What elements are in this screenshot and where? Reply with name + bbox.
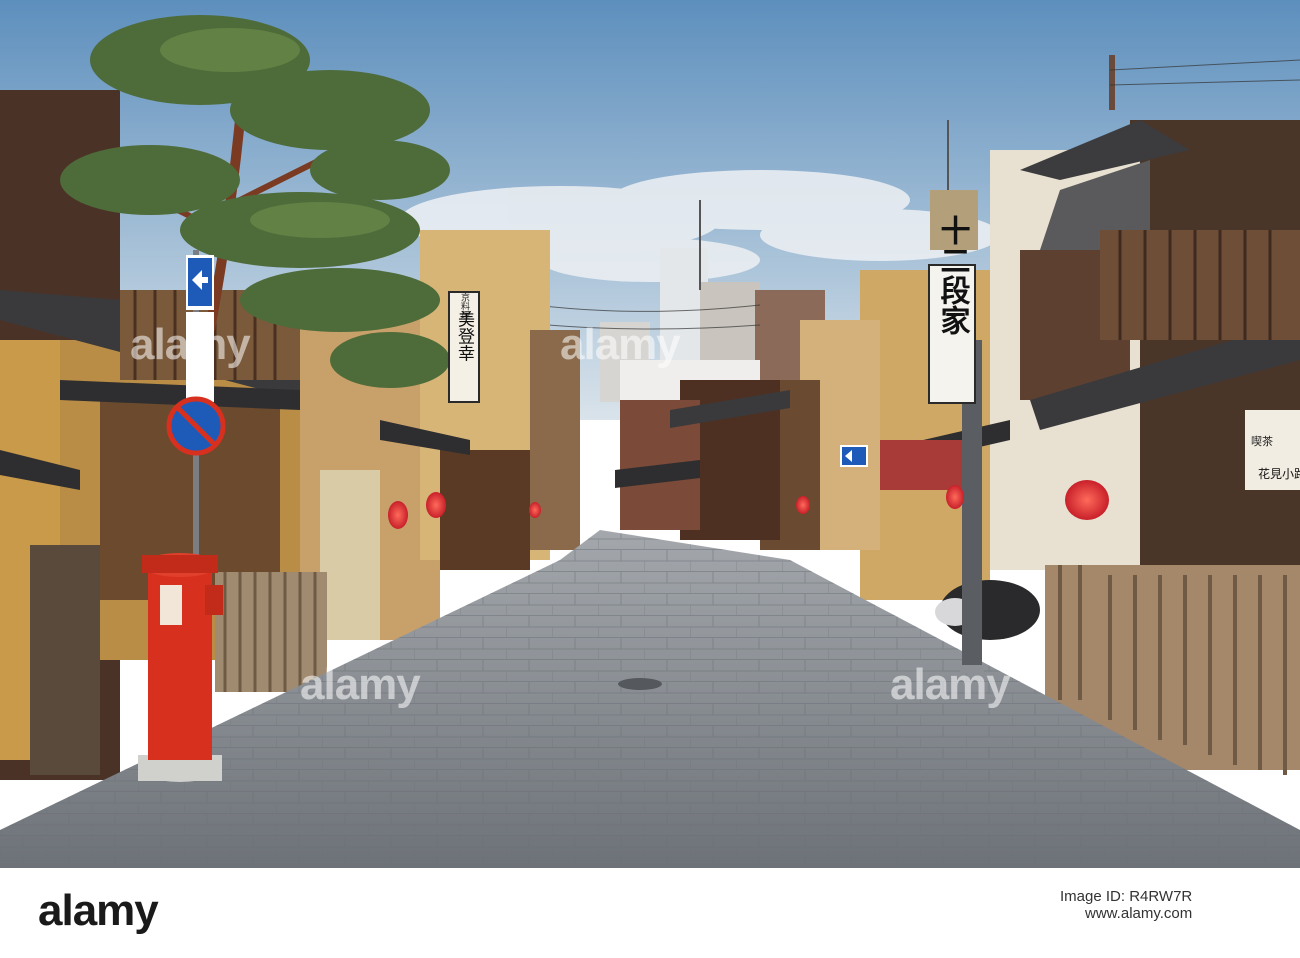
- watermark-middle: alamy: [560, 320, 681, 369]
- watermark-left: alamy: [300, 660, 421, 709]
- watermark-right: alamy: [890, 660, 1011, 709]
- cafe-small-text: 喫茶: [1251, 435, 1273, 448]
- street-photo: 京料理 美登幸 十二段家 喫茶 花見小路 alamy alamy alamy a…: [0, 0, 1300, 868]
- cafe-name-text: 花見小路: [1258, 466, 1300, 481]
- red-post-box: [138, 553, 223, 782]
- restaurant-right-text: 十二段家: [935, 215, 971, 335]
- image-id-text: Image ID: R4RW7R: [1060, 888, 1193, 905]
- watermark-center: alamy: [130, 320, 251, 369]
- cafe-sign: 喫茶 花見小路: [1245, 410, 1300, 490]
- restaurant-sign-right: 十二段家: [928, 215, 976, 404]
- image-id-block: Image ID: R4RW7R www.alamy.com: [1060, 888, 1192, 922]
- image-url-text: www.alamy.com: [1085, 905, 1193, 922]
- stock-logo: alamy: [38, 886, 159, 935]
- restaurant-name-text: 美登幸: [454, 310, 475, 361]
- restaurant-sign-left: 京料理 美登幸: [448, 291, 480, 403]
